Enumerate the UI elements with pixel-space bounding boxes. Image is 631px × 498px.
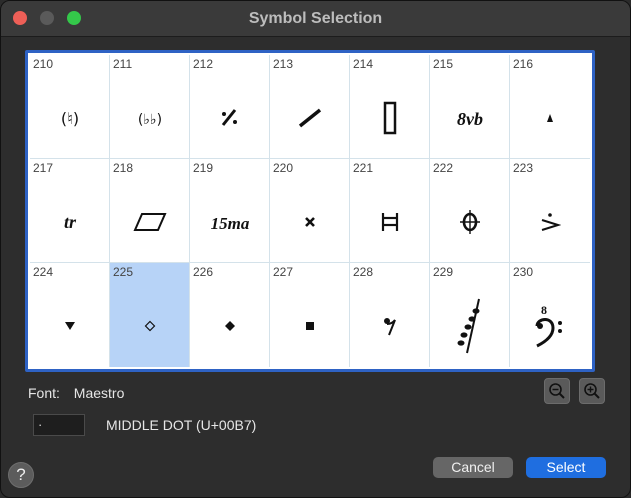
filled-diamond-icon: [190, 285, 269, 367]
natural-paren-icon: (♮): [30, 77, 109, 158]
symbol-cell-210[interactable]: 210 (♮): [30, 55, 110, 159]
font-label: Font:: [28, 385, 60, 401]
symbol-number: 229: [433, 265, 454, 279]
symbol-number: 222: [433, 161, 454, 175]
title-bar: Symbol Selection: [1, 1, 630, 37]
symbol-number: 218: [113, 161, 134, 175]
symbol-number: 230: [513, 265, 534, 279]
symbol-glyph-text: 15ma: [210, 214, 249, 233]
symbol-cell-221[interactable]: 221: [350, 159, 430, 263]
symbol-number: 214: [353, 57, 374, 71]
symbol-number: 210: [33, 57, 54, 71]
character-name: MIDDLE DOT (U+00B7): [106, 417, 257, 433]
symbol-number: 217: [33, 161, 54, 175]
symbol-cell-218[interactable]: 218: [110, 159, 190, 263]
svg-text:(♭♭): (♭♭): [137, 112, 161, 128]
symbol-cell-225[interactable]: 225: [110, 263, 190, 367]
h-bracket-icon: [350, 181, 429, 262]
bass-clef-8-icon: 8: [510, 285, 590, 367]
font-row: Font: Maestro: [28, 385, 124, 401]
trill-icon: tr: [30, 181, 109, 262]
parallelogram-icon: [110, 181, 189, 262]
symbol-grid[interactable]: 210 (♮) 211 (♭♭) 212 213 214 215 8vb 216 217 tr 218 2…: [30, 55, 590, 367]
zoom-out-button[interactable]: [544, 378, 570, 404]
symbol-cell-220[interactable]: 220: [270, 159, 350, 263]
symbol-cell-216[interactable]: 216: [510, 55, 590, 159]
eighth-rest-icon: [350, 285, 429, 367]
double-flat-paren-icon: (♭♭): [110, 77, 189, 158]
window-title: Symbol Selection: [248, 10, 383, 27]
character-field[interactable]: ·: [33, 414, 85, 436]
symbol-number: 225: [113, 265, 134, 279]
symbol-number: 227: [273, 265, 294, 279]
symbol-number: 224: [33, 265, 54, 279]
symbol-number: 226: [193, 265, 214, 279]
symbol-number: 223: [513, 161, 534, 175]
symbol-cell-219[interactable]: 219 15ma: [190, 159, 270, 263]
symbol-number: 211: [113, 57, 133, 71]
ottava-bassa-icon: 8vb: [430, 77, 509, 158]
symbol-number: 216: [513, 57, 534, 71]
symbol-glyph-text: 8vb: [457, 109, 483, 129]
zoom-out-icon: [549, 383, 565, 399]
symbol-cell-217[interactable]: 217 tr: [30, 159, 110, 263]
symbol-cell-224[interactable]: 224: [30, 263, 110, 367]
symbol-cell-229[interactable]: 229: [430, 263, 510, 367]
symbol-cell-214[interactable]: 214: [350, 55, 430, 159]
symbol-number: 221: [353, 161, 374, 175]
symbol-cell-226[interactable]: 226: [190, 263, 270, 367]
symbol-cell-230[interactable]: 230 8: [510, 263, 590, 367]
coda-icon: [430, 181, 509, 262]
repeat-bar-icon: [190, 77, 269, 158]
small-diamond-icon: [110, 285, 189, 367]
zoom-in-button[interactable]: [579, 378, 605, 404]
symbol-number: 228: [353, 265, 374, 279]
symbol-cell-227[interactable]: 227: [270, 263, 350, 367]
symbol-number: 212: [193, 57, 214, 71]
symbol-cell-211[interactable]: 211 (♭♭): [110, 55, 190, 159]
symbol-cell-213[interactable]: 213: [270, 55, 350, 159]
symbol-glyph-text: 8: [541, 304, 547, 317]
select-button[interactable]: Select: [526, 457, 606, 478]
help-button[interactable]: ?: [8, 462, 34, 488]
font-name: Maestro: [73, 385, 125, 401]
quindicesima-icon: 15ma: [190, 181, 269, 262]
symbol-grid-frame: 210 (♮) 211 (♭♭) 212 213 214 215 8vb 216 217 tr 218 2…: [25, 50, 595, 372]
grace-run-icon: [430, 285, 509, 367]
symbol-cell-222[interactable]: 222: [430, 159, 510, 263]
accent-dot-icon: [510, 181, 590, 262]
symbol-selection-window: Symbol Selection 210 (♮) 211 (♭♭) 212 213 214 2…: [0, 0, 631, 498]
slash-icon: [270, 77, 349, 158]
symbol-glyph-text: tr: [63, 212, 76, 232]
symbol-number: 220: [273, 161, 294, 175]
down-triangle-icon: [30, 285, 109, 367]
svg-text:(♮): (♮): [60, 109, 78, 128]
square-notehead-icon: [270, 285, 349, 367]
symbol-cell-212[interactable]: 212: [190, 55, 270, 159]
symbol-cell-223[interactable]: 223: [510, 159, 590, 263]
symbol-cell-228[interactable]: 228: [350, 263, 430, 367]
symbol-number: 213: [273, 57, 294, 71]
symbol-cell-215[interactable]: 215 8vb: [430, 55, 510, 159]
cancel-button[interactable]: Cancel: [433, 457, 513, 478]
rectangle-notehead-icon: [350, 77, 429, 158]
staccatissimo-icon: [510, 77, 590, 158]
symbol-number: 215: [433, 57, 454, 71]
symbol-number: 219: [193, 161, 214, 175]
zoom-in-icon: [584, 383, 600, 399]
x-notehead-icon: [270, 181, 349, 262]
